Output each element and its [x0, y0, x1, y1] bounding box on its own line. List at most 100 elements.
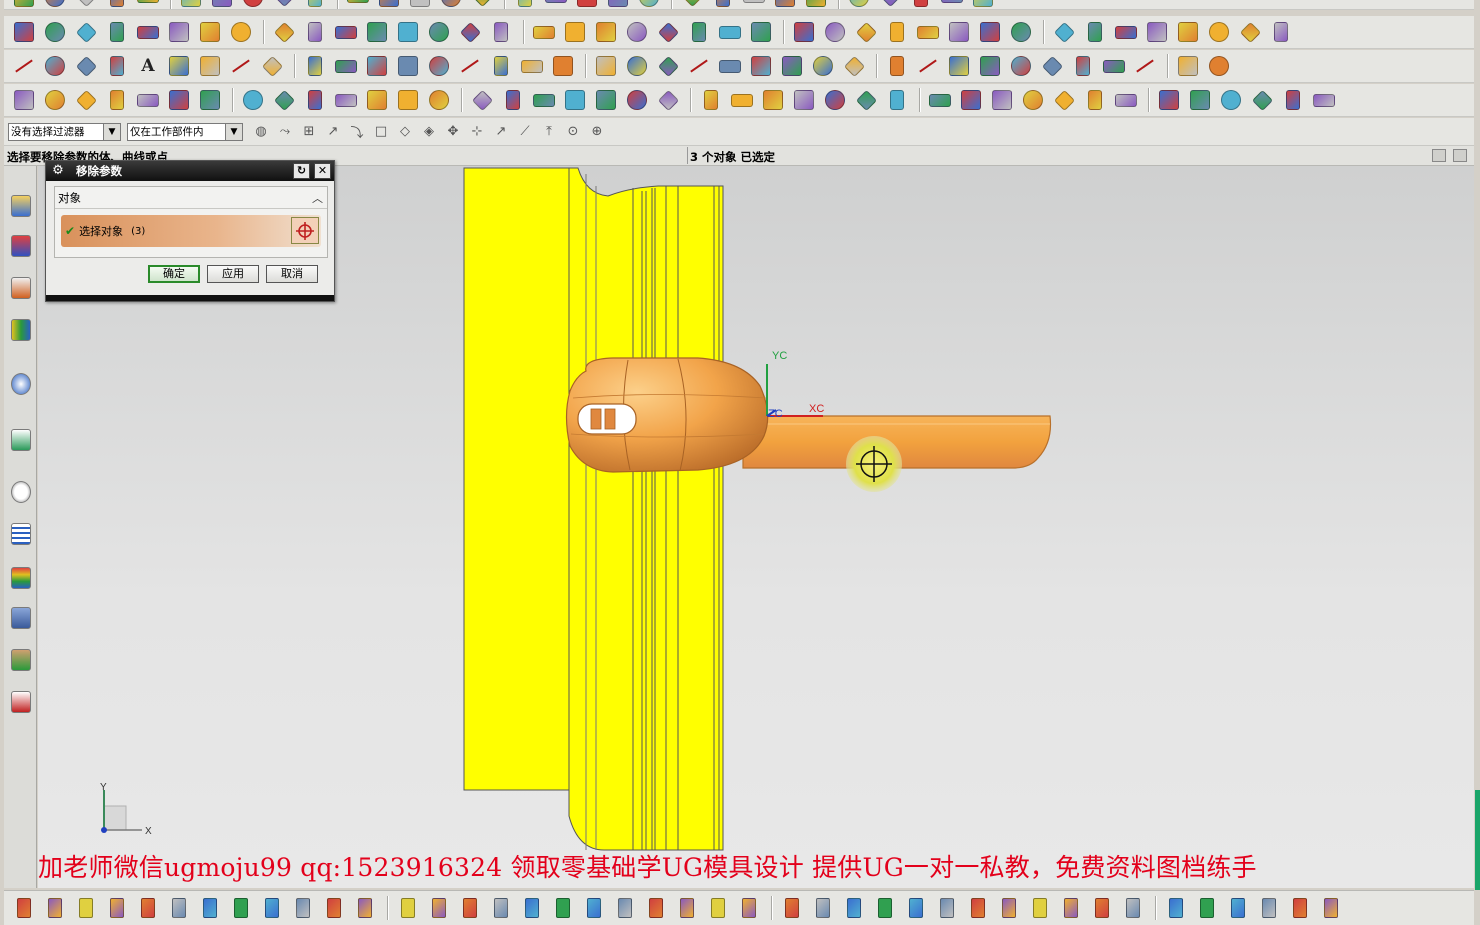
arc-button[interactable]: [41, 52, 69, 80]
mid-point-icon[interactable]: ↗: [324, 123, 342, 141]
annotation-button[interactable]: [10, 86, 38, 114]
extract-button[interactable]: [1007, 18, 1035, 46]
datum-plane-button[interactable]: [394, 18, 422, 46]
polygon-button[interactable]: [165, 52, 193, 80]
replace-face-button[interactable]: [1112, 18, 1140, 46]
thicken-button[interactable]: [976, 18, 1004, 46]
check-region-button[interactable]: [1162, 894, 1190, 922]
patch-button[interactable]: [945, 18, 973, 46]
unused-button[interactable]: [704, 894, 732, 922]
styled-sweep-button[interactable]: [914, 52, 942, 80]
roles-tab[interactable]: [8, 604, 33, 632]
intersect-curve-button[interactable]: [518, 52, 546, 80]
datum-axis-button[interactable]: [437, 0, 465, 9]
unblank-button[interactable]: [957, 86, 985, 114]
join-curve-button[interactable]: [363, 52, 391, 80]
measure-angle-button[interactable]: [654, 86, 682, 114]
subtract-button[interactable]: [604, 0, 632, 9]
project-curve-button[interactable]: [332, 52, 360, 80]
grid-button[interactable]: [1186, 86, 1214, 114]
invert-button[interactable]: [883, 86, 911, 114]
shell-button[interactable]: [740, 0, 768, 9]
move-face-button[interactable]: [1081, 18, 1109, 46]
color-face-button[interactable]: [1317, 894, 1345, 922]
end-point-icon[interactable]: ⊞: [300, 123, 318, 141]
groove-button[interactable]: [363, 18, 391, 46]
measure-button[interactable]: [685, 52, 713, 80]
shrinkage-button[interactable]: [41, 894, 69, 922]
center-point-icon[interactable]: ⤵: [348, 123, 366, 141]
system-materials-tab[interactable]: [8, 646, 33, 674]
trim-body-button[interactable]: [876, 0, 904, 9]
mirror-button[interactable]: [530, 18, 558, 46]
sketch-button[interactable]: [456, 18, 484, 46]
revolve-button[interactable]: [177, 0, 205, 9]
ruled-button[interactable]: [809, 52, 837, 80]
casting-button[interactable]: [642, 894, 670, 922]
chamfer-button[interactable]: [709, 0, 737, 9]
law-extension-button[interactable]: [945, 52, 973, 80]
extend-sheet-button[interactable]: [1224, 894, 1252, 922]
shaded-button[interactable]: [196, 86, 224, 114]
shell-button[interactable]: [716, 18, 744, 46]
assembly-navigator-tab[interactable]: [8, 192, 33, 220]
block-button[interactable]: [41, 0, 69, 9]
electrode-button[interactable]: [487, 894, 515, 922]
wave-link-button[interactable]: [1050, 18, 1078, 46]
fit-button[interactable]: [301, 86, 329, 114]
swept-button[interactable]: [747, 52, 775, 80]
line-tool-button[interactable]: [809, 894, 837, 922]
wrap-curve-button[interactable]: [654, 52, 682, 80]
trim-sheet-button[interactable]: [1007, 52, 1035, 80]
hide-button[interactable]: [821, 86, 849, 114]
face-blend-button[interactable]: [1205, 52, 1233, 80]
pad-button[interactable]: [301, 0, 329, 9]
spreadsheet-button[interactable]: [1279, 86, 1307, 114]
subinsert-button[interactable]: [351, 894, 379, 922]
instance-button[interactable]: [487, 18, 515, 46]
unite-button[interactable]: [573, 0, 601, 9]
delete-files-button[interactable]: [735, 894, 763, 922]
bom-button[interactable]: [580, 894, 608, 922]
slider-lifter-button[interactable]: [320, 894, 348, 922]
resize-face-button[interactable]: [1174, 18, 1202, 46]
info-button[interactable]: [697, 86, 725, 114]
copy-to-layer-button[interactable]: [790, 86, 818, 114]
runner-button[interactable]: [425, 894, 453, 922]
through-curves-button[interactable]: [778, 52, 806, 80]
cylinder-button[interactable]: [72, 0, 100, 9]
text-button[interactable]: A: [134, 52, 162, 80]
csys-button[interactable]: [561, 86, 589, 114]
redo-button[interactable]: [1155, 86, 1183, 114]
sketch-button[interactable]: [468, 0, 496, 9]
new-file-button[interactable]: [10, 0, 38, 9]
type-filter-select[interactable]: 没有选择过滤器 ▼: [8, 122, 121, 141]
datum-plane-button[interactable]: [406, 0, 434, 9]
orient-button[interactable]: [425, 86, 453, 114]
scale-body-button[interactable]: [845, 0, 873, 9]
array-button[interactable]: [1026, 894, 1054, 922]
section-curve-button[interactable]: [487, 52, 515, 80]
boss-button[interactable]: [239, 0, 267, 9]
bounded-plane-button[interactable]: [1038, 52, 1066, 80]
edge-blend-button[interactable]: [678, 0, 706, 9]
pan-button[interactable]: [394, 86, 422, 114]
region-button[interactable]: [1088, 894, 1116, 922]
subtract-button[interactable]: [592, 18, 620, 46]
undo-button[interactable]: [1112, 86, 1140, 114]
mirror-button[interactable]: [542, 0, 570, 9]
blank-button[interactable]: [926, 86, 954, 114]
quadrant-icon[interactable]: □: [372, 123, 390, 141]
unite-button[interactable]: [561, 18, 589, 46]
reset-icon[interactable]: ↻: [293, 163, 310, 179]
mold-wizard-button[interactable]: [778, 894, 806, 922]
offset-surface-button[interactable]: [976, 52, 1004, 80]
chart-button[interactable]: [1217, 86, 1245, 114]
color-button[interactable]: [988, 86, 1016, 114]
hole-button[interactable]: [196, 18, 224, 46]
copy-face-button[interactable]: [1267, 18, 1295, 46]
move-to-layer-button[interactable]: [759, 86, 787, 114]
standard-part-button[interactable]: [258, 894, 286, 922]
instance-button[interactable]: [511, 0, 539, 9]
snap-point-icon[interactable]: ⤳: [276, 123, 294, 141]
